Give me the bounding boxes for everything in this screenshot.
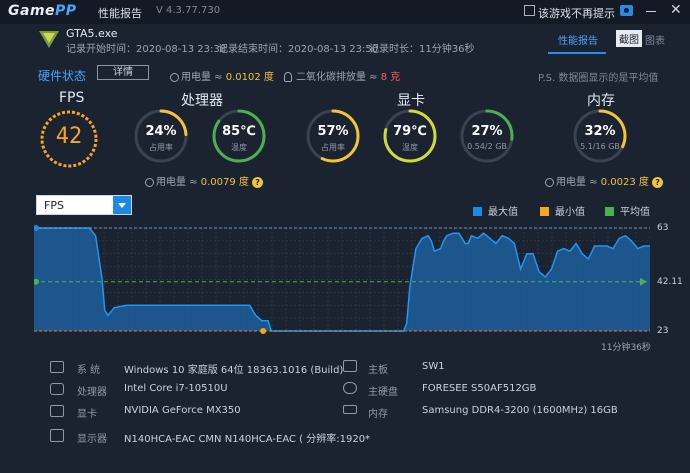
game-name: GTA5.exe xyxy=(66,27,118,40)
record-duration: 记录时长：11分钟36秒 xyxy=(369,44,475,55)
board-label: 主板 xyxy=(368,365,388,376)
fps-chart[interactable] xyxy=(34,224,650,336)
chart-duration-label: 11分钟36秒 xyxy=(601,343,651,353)
gpu-temp-label: 温度 xyxy=(402,143,418,152)
dont-show-checkbox[interactable] xyxy=(524,5,535,16)
power-icon xyxy=(545,177,554,187)
co2-emission: 二氧化碳排放量 ≈ 8 克 xyxy=(284,68,400,83)
hardware-status-title: 硬件状态 xyxy=(38,69,87,83)
camera-icon[interactable] xyxy=(620,5,633,16)
cpu-usage-gauge: 24% 占用率 xyxy=(133,108,189,164)
monitor-icon xyxy=(50,429,64,442)
os-label: 系 统 xyxy=(77,365,101,376)
board-value: SW1 xyxy=(422,361,445,372)
power-icon xyxy=(170,72,179,82)
fps-title: FPS xyxy=(59,90,85,106)
gpu-memory-value: 27% xyxy=(471,124,503,139)
minimize-icon[interactable] xyxy=(646,11,656,12)
cpu-temp-label: 温度 xyxy=(231,143,247,152)
power-icon xyxy=(145,177,154,187)
cpu-power: 用电量 ≈ 0.0079 度 ? xyxy=(145,173,264,188)
gpu-temp-value: 79℃ xyxy=(393,124,427,139)
tab-chart[interactable]: 图表 xyxy=(645,32,665,47)
cpu-usage-value: 24% xyxy=(145,124,177,139)
cpu-value: Intel Core i7-10510U xyxy=(124,383,228,394)
legend-max[interactable]: 最大值 xyxy=(473,203,518,218)
details-button[interactable]: 详情 xyxy=(97,65,149,80)
game-icon xyxy=(39,31,59,48)
disk-label: 主硬盘 xyxy=(368,387,398,398)
cpu-title: 处理器 xyxy=(181,93,223,109)
os-value: Windows 10 家庭版 64位 18363.1016 (Build) xyxy=(124,365,344,376)
y-avg-label: 42.11 xyxy=(657,277,683,287)
dont-show-label[interactable]: 该游戏不再提示 xyxy=(538,5,615,21)
gpu-usage-gauge: 57% 占用率 xyxy=(305,108,361,164)
metric-select-value: FPS xyxy=(44,199,64,212)
ram-title: 内存 xyxy=(587,93,615,109)
cpu-usage-label: 占用率 xyxy=(149,143,173,152)
end-time: 记录结束时间：2020-08-13 23:50 xyxy=(218,44,379,55)
tab-screenshot[interactable]: 截图 xyxy=(616,30,642,47)
cpu-temp-value: 85℃ xyxy=(222,124,256,139)
gpu-temp-gauge: 79℃ 温度 xyxy=(382,108,438,164)
help-icon[interactable]: ? xyxy=(252,176,264,188)
window-title: 性能报告 xyxy=(98,7,142,20)
motherboard-icon xyxy=(343,360,357,372)
gpu-memory-label: 0.54/2 GB xyxy=(467,142,507,151)
mem-value: Samsung DDR4-3200 (1600MHz) 16GB xyxy=(422,405,618,416)
ram-usage-gauge: 32% 5.1/16 GB xyxy=(572,108,628,164)
windows-icon xyxy=(50,361,64,373)
metric-select[interactable]: FPS xyxy=(36,195,132,215)
help-icon[interactable]: ? xyxy=(652,176,664,188)
gpu-usage-value: 57% xyxy=(317,124,349,139)
chevron-down-icon[interactable] xyxy=(113,196,131,214)
gpu-icon xyxy=(50,405,64,417)
y-max-label: 63 xyxy=(657,223,669,233)
memory-icon xyxy=(343,405,357,414)
ram-usage-label: 5.1/16 GB xyxy=(580,142,620,151)
monitor-label: 显示器 xyxy=(77,434,107,445)
fps-gauge: 42 xyxy=(38,108,100,170)
cpu-temp-gauge: 85℃ 温度 xyxy=(211,108,267,164)
y-min-label: 23 xyxy=(657,326,669,336)
title-bar: GamePP 性能报告 V 4.3.77.730 该游戏不再提示 ✕ xyxy=(0,0,690,24)
legend-min-swatch xyxy=(540,207,549,216)
start-time: 记录开始时间：2020-08-13 23:38 xyxy=(66,44,227,55)
gpu-usage-label: 占用率 xyxy=(321,143,345,152)
version-label: V 4.3.77.730 xyxy=(156,5,221,16)
legend-min[interactable]: 最小值 xyxy=(540,203,585,218)
disk-value: FORESEE S50AF512GB xyxy=(422,383,537,394)
monitor-value: N140HCA-EAC CMN N140HCA-EAC ( 分辨率:1920* xyxy=(124,434,371,445)
ram-power: 用电量 ≈ 0.0023 度 ? xyxy=(545,173,664,188)
cpu-icon xyxy=(50,383,64,395)
gpu-title: 显卡 xyxy=(397,93,425,109)
gpu-value: NVIDIA GeForce MX350 xyxy=(124,405,241,416)
gpu-label: 显卡 xyxy=(77,409,97,420)
total-power: 用电量 ≈ 0.0102 度 xyxy=(170,68,274,83)
disk-icon xyxy=(343,382,357,394)
close-icon[interactable]: ✕ xyxy=(670,3,682,17)
bulb-icon xyxy=(284,72,292,82)
min-marker xyxy=(260,328,267,334)
mem-label: 内存 xyxy=(368,409,388,420)
legend-avg[interactable]: 平均值 xyxy=(605,203,650,218)
gpu-memory-gauge: 27% 0.54/2 GB xyxy=(459,108,515,164)
legend-max-swatch xyxy=(473,207,482,216)
app-logo: GamePP xyxy=(8,3,77,19)
ram-usage-value: 32% xyxy=(584,124,616,139)
legend-avg-swatch xyxy=(605,207,614,216)
tab-performance-report[interactable]: 性能报告 xyxy=(558,32,598,47)
fps-value: 42 xyxy=(55,124,83,149)
average-note: P.S. 数据圈显示的是平均值 xyxy=(538,73,659,84)
cpu-label: 处理器 xyxy=(77,387,107,398)
active-tab-indicator xyxy=(548,52,606,54)
